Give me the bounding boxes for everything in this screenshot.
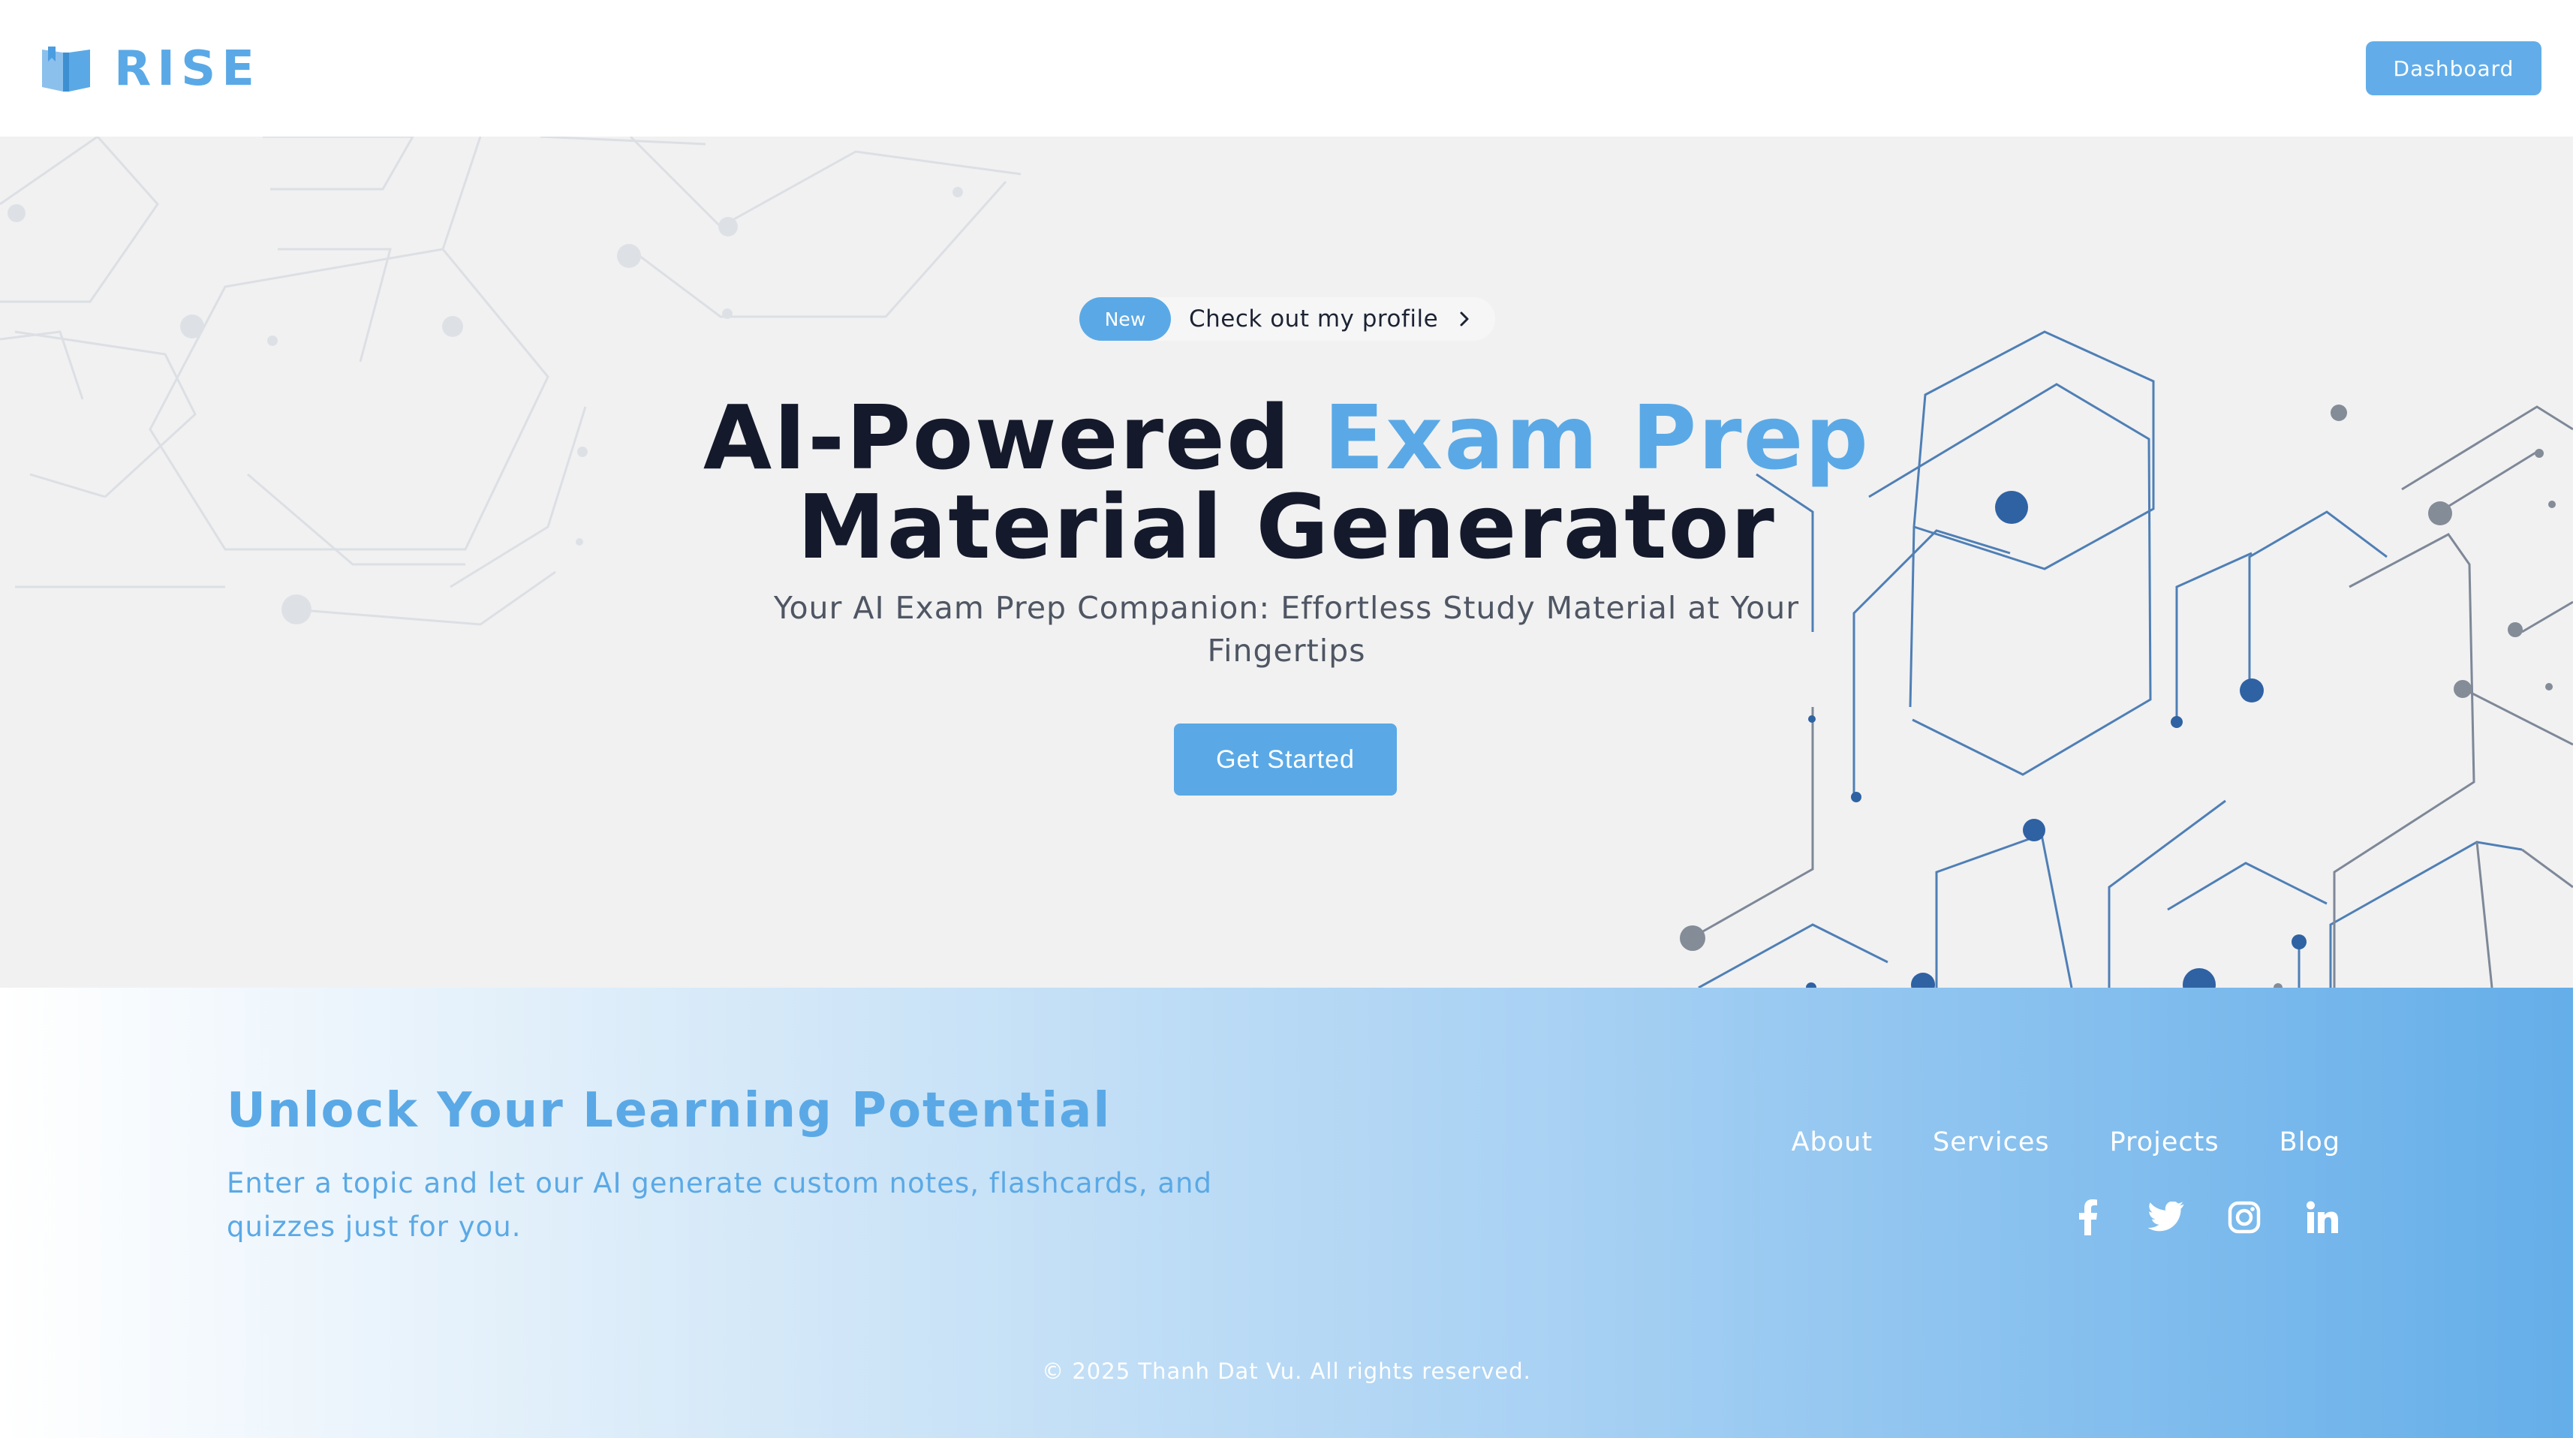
top-navbar: RISE Dashboard (0, 0, 2576, 137)
footer: Unlock Your Learning Potential Enter a t… (0, 988, 2573, 1438)
footer-link-about[interactable]: About (1792, 1127, 1873, 1157)
hero-title-accent: Exam Prep (1323, 386, 1870, 489)
linkedin-icon[interactable] (2304, 1199, 2340, 1235)
footer-link-projects[interactable]: Projects (2110, 1127, 2219, 1157)
book-icon (42, 47, 90, 92)
social-links (2070, 1199, 2340, 1235)
footer-link-services[interactable]: Services (1933, 1127, 2050, 1157)
hero-title-line2: Material Generator (797, 475, 1776, 579)
twitter-icon[interactable] (2148, 1199, 2184, 1235)
hero-section: New Check out my profile AI-Powered Exam… (0, 137, 2573, 988)
hero-title-part1: AI-Powered (703, 386, 1324, 489)
dashboard-button[interactable]: Dashboard (2366, 41, 2541, 95)
profile-badge-link[interactable]: New Check out my profile (1079, 297, 1496, 341)
hero-title-line1: AI-Powered Exam Prep (0, 389, 2573, 486)
footer-title: Unlock Your Learning Potential (227, 1083, 1112, 1139)
chevron-right-icon (1460, 311, 1469, 326)
footer-description: Enter a topic and let our AI generate cu… (227, 1167, 1212, 1243)
badge-text: Check out my profile (1189, 305, 1439, 332)
brand-logo[interactable]: RISE (39, 42, 260, 96)
get-started-button[interactable]: Get Started (1174, 724, 1397, 796)
footer-nav: About Services Projects Blog (1792, 1127, 2340, 1157)
copyright-text: © 2025 Thanh Dat Vu. All rights reserved… (1042, 1358, 1531, 1384)
facebook-icon[interactable] (2070, 1199, 2106, 1235)
new-badge: New (1079, 297, 1171, 341)
brand-name: RISE (114, 41, 260, 97)
page: RISE Dashboard New Check out my profile … (0, 0, 2576, 1438)
footer-link-blog[interactable]: Blog (2280, 1127, 2340, 1157)
hero-subtitle: Your AI Exam Prep Companion: Effortless … (773, 590, 1800, 669)
instagram-icon[interactable] (2226, 1199, 2262, 1235)
